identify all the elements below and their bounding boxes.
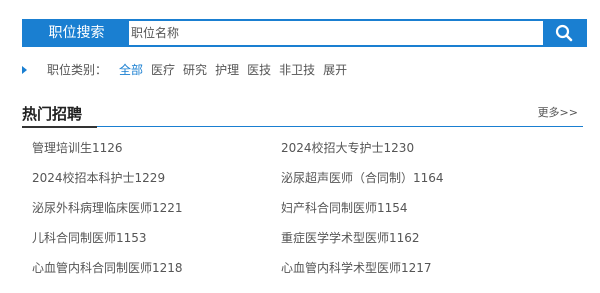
caret-right-icon (22, 66, 27, 74)
search-label: 职位搜索 (24, 21, 129, 45)
job-link[interactable]: 心血管内科学术型医师1217 (281, 260, 432, 276)
job-link[interactable]: 2024校招本科护士1229 (32, 170, 165, 186)
category-nursing[interactable]: 护理 (215, 62, 239, 78)
category-filter: 职位类别： 全部 医疗 研究 护理 医技 非卫技 展开 (22, 62, 355, 78)
job-link[interactable]: 妇产科合同制医师1154 (281, 200, 408, 216)
job-link[interactable]: 2024校招大专护士1230 (281, 140, 414, 156)
job-link[interactable]: 管理培训生1126 (32, 140, 123, 156)
title-underline (22, 126, 97, 128)
job-link[interactable]: 泌尿外科病理临床医师1221 (32, 200, 183, 216)
search-input[interactable] (131, 21, 541, 45)
category-expand[interactable]: 展开 (323, 62, 347, 78)
more-link[interactable]: 更多>> (538, 106, 578, 120)
job-link[interactable]: 泌尿超声医师（合同制）1164 (281, 170, 444, 186)
job-link[interactable]: 心血管内科合同制医师1218 (32, 260, 183, 276)
category-medical[interactable]: 医疗 (151, 62, 175, 78)
section-divider (97, 126, 583, 127)
category-research[interactable]: 研究 (183, 62, 207, 78)
category-medical-tech[interactable]: 医技 (247, 62, 271, 78)
search-button[interactable] (543, 21, 585, 45)
search-icon (555, 24, 573, 42)
category-label: 职位类别： (47, 63, 108, 77)
section-title: 热门招聘 (22, 105, 83, 123)
job-link[interactable]: 重症医学学术型医师1162 (281, 230, 420, 246)
category-all[interactable]: 全部 (119, 62, 143, 78)
category-non-health-tech[interactable]: 非卫技 (279, 62, 315, 78)
job-link[interactable]: 儿科合同制医师1153 (32, 230, 147, 246)
search-bar: 职位搜索 (22, 19, 587, 47)
